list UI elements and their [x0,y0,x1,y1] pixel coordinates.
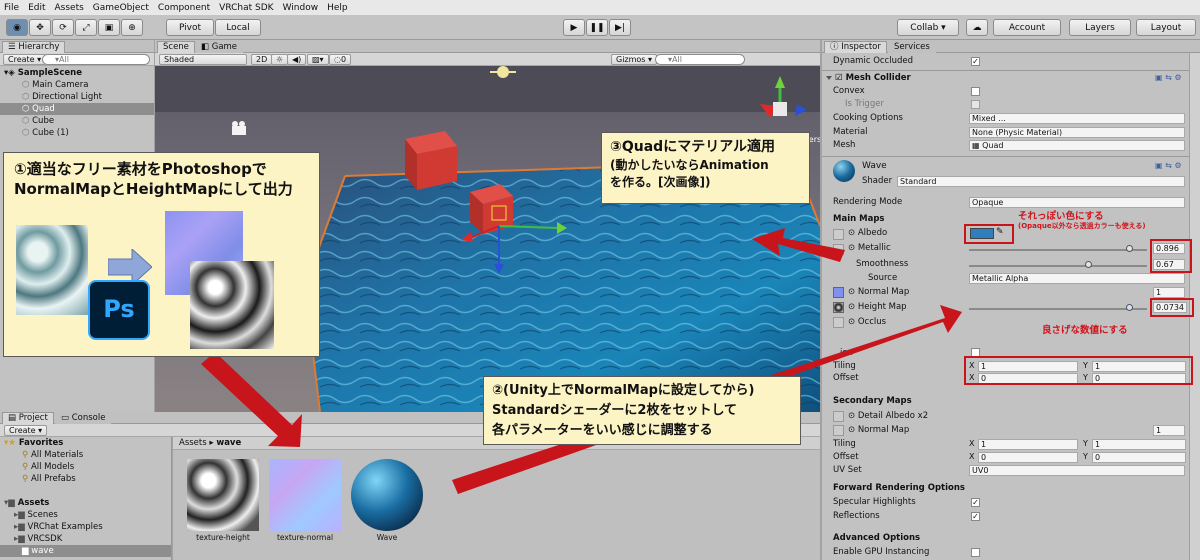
height-map-thumbnail [190,261,274,349]
foam-photo-thumbnail [16,225,88,315]
arrow-to-albedo [752,228,845,262]
callout-step2-line3: 各パラメーターをいい感じに調整する [492,423,713,438]
photoshop-logo-text: Ps [103,295,135,323]
arrow-to-project [201,352,302,447]
callout-step1-line1: ①適当なフリー素材をPhotoshopで [14,160,267,178]
callout-step3-line1: ③Quadにマテリアル適用 [610,139,776,155]
callout-step2-line1: ②(Unity上でNormalMapに設定してから) [492,383,755,398]
callout-step3: ③Quadにマテリアル適用 (動かしたいならAnimation を作る。[次画像… [601,132,810,204]
callout-step2-line2: Standardシェーダーに2枚をセットして [492,403,738,418]
callout-step2: ②(Unity上でNormalMapに設定してから) Standardシェーダー… [483,376,801,445]
callout-step3-line3: を作る。[次画像]) [610,175,711,189]
callout-step1-line2: NormalMapとHeightMapにして出力 [14,180,293,198]
callout-step3-line2: (動かしたいならAnimation [610,158,769,172]
callout-step1-text: ①適当なフリー素材をPhotoshopで NormalMapとHeightMap… [14,159,293,199]
callout-step1: ①適当なフリー素材をPhotoshopで NormalMapとHeightMap… [3,152,320,357]
photoshop-logo: Ps [88,280,150,340]
